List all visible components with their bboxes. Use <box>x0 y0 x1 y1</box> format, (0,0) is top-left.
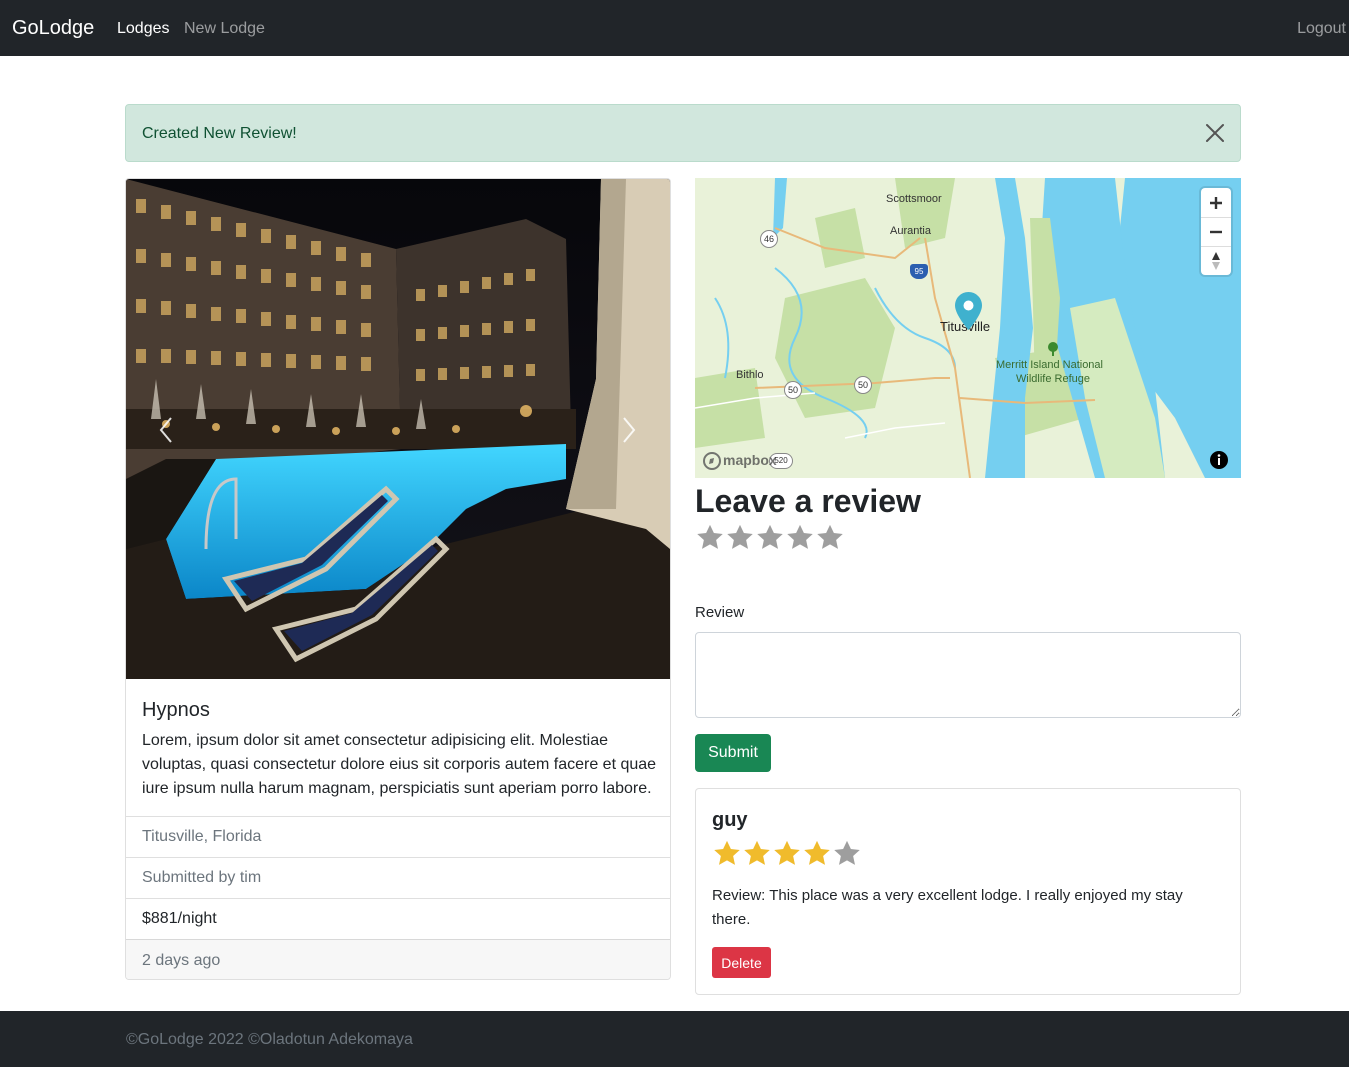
mapbox-logo-text: mapbox <box>723 452 777 468</box>
mapbox-logo[interactable]: mapbox <box>702 451 792 471</box>
nav-link-lodges[interactable]: Lodges <box>117 19 170 39</box>
submit-button[interactable]: Submit <box>695 734 771 772</box>
map-marker-icon[interactable] <box>955 292 982 335</box>
map-label-aurantia: Aurantia <box>890 225 931 237</box>
park-tree-icon <box>1047 342 1059 361</box>
footer: ©GoLodge 2022 ©Oladotun Adekomaya <box>0 1011 1349 1067</box>
close-icon[interactable] <box>1204 122 1226 144</box>
lodge-location: Titusville, Florida <box>126 816 670 857</box>
info-icon[interactable] <box>1209 450 1229 470</box>
success-alert: Created New Review! <box>125 104 1241 162</box>
review-star-icon-5 <box>832 839 862 869</box>
rating-input-star-icon-4[interactable] <box>785 523 815 553</box>
compass-icon[interactable] <box>1201 246 1231 275</box>
brand-logo[interactable]: GoLodge <box>12 16 94 40</box>
rating-input-star-icon-2[interactable] <box>725 523 755 553</box>
map-navigation-controls <box>1201 188 1231 275</box>
lodge-card-body: Hypnos Lorem, ipsum dolor sit amet conse… <box>126 679 670 816</box>
review-rating-stars <box>712 839 867 869</box>
route-shield-50-b: 50 <box>854 376 872 394</box>
lodge-card: Hypnos Lorem, ipsum dolor sit amet conse… <box>125 178 671 980</box>
lodge-submitted-by: Submitted by tim <box>126 857 670 898</box>
star-rating-input[interactable] <box>695 523 850 557</box>
footer-copyright: ©GoLodge 2022 ©Oladotun Adekomaya <box>126 1031 413 1048</box>
lodge-title: Hypnos <box>142 699 210 721</box>
review-star-icon-4 <box>802 839 832 869</box>
review-star-icon-2 <box>742 839 772 869</box>
zoom-out-button[interactable] <box>1201 217 1231 246</box>
review-textarea[interactable] <box>695 632 1241 718</box>
review-text: Review: This place was a very excellent … <box>712 887 1183 928</box>
review-form-heading: Leave a review <box>695 483 921 519</box>
review-star-icon-1 <box>712 839 742 869</box>
map-label-bithlo: Bithlo <box>736 369 764 381</box>
lodge-image <box>126 179 670 679</box>
lodge-posted-time: 2 days ago <box>126 939 670 979</box>
nav-link-new-lodge[interactable]: New Lodge <box>184 19 265 39</box>
review-star-icon-3 <box>772 839 802 869</box>
rating-input-star-icon-3[interactable] <box>755 523 785 553</box>
zoom-in-button[interactable] <box>1201 188 1231 217</box>
route-shield-95: 95 <box>910 264 928 279</box>
carousel-next-icon[interactable] <box>616 414 640 446</box>
lodge-description: Lorem, ipsum dolor sit amet consectetur … <box>142 732 657 797</box>
alert-message: Created New Review! <box>142 125 297 142</box>
nav-link-logout[interactable]: Logout <box>1297 19 1346 39</box>
lodge-image-carousel <box>126 179 670 679</box>
location-map[interactable]: Scottsmoor Aurantia Titusville Bithlo Me… <box>695 178 1241 478</box>
delete-review-button[interactable]: Delete <box>712 947 771 978</box>
route-shield-50-a: 50 <box>784 381 802 399</box>
navbar: GoLodge Lodges New Lodge Logout <box>0 0 1349 56</box>
route-shield-46: 46 <box>760 230 778 248</box>
lodge-price: $881/night <box>126 898 670 939</box>
review-card: guy Review: This place was a very excell… <box>695 788 1241 995</box>
carousel-prev-icon[interactable] <box>155 414 179 446</box>
map-label-merritt-2: Wildlife Refuge <box>1016 373 1090 385</box>
review-label: Review <box>695 604 745 621</box>
review-author: guy <box>712 809 748 831</box>
map-label-scottsmoor: Scottsmoor <box>886 193 942 205</box>
rating-input-star-icon-1[interactable] <box>695 523 725 553</box>
rating-input-star-icon-5[interactable] <box>815 523 845 553</box>
